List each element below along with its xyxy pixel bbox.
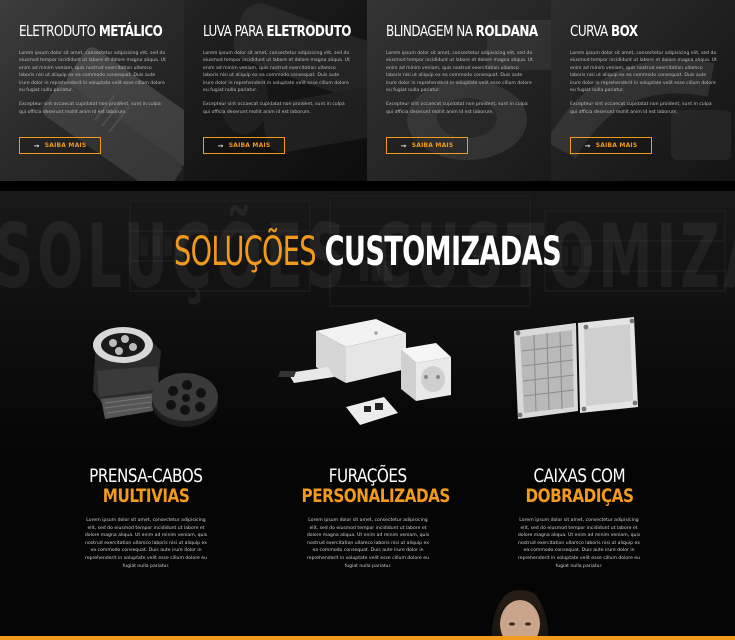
- solution-item-prensa-cabos: PRENSA-CABOS MULTIVIAS Lorem ipsum dolor…: [61, 311, 231, 570]
- solution-title-line1: FURAÇÕES: [329, 465, 407, 487]
- arrow-right-icon: ➞: [33, 141, 40, 150]
- solution-description: Lorem ipsum dolor sit amet, consectetur …: [84, 518, 208, 569]
- product-paragraph: Lorem ipsum dolor sit amet, consectetur …: [386, 51, 533, 94]
- section-title: SOLUÇÕES CUSTOMIZADAS: [174, 229, 562, 275]
- product-paragraph: Lorem ipsum dolor sit amet, consectetur …: [570, 51, 717, 94]
- solution-item-furacoes: FURAÇÕES PERSONALIZADAS Lorem ipsum dolo…: [277, 311, 453, 570]
- product-paragraph: Lorem ipsum dolor sit amet, consectetur …: [19, 51, 166, 94]
- product-description: Lorem ipsum dolor sit amet, consectetur …: [203, 50, 351, 116]
- solution-title-line1: PRENSA-CABOS: [89, 465, 203, 487]
- saiba-mais-button[interactable]: ➞ SAIBA MAIS: [19, 137, 101, 154]
- product-card-luva-para-eletroduto: LUVA PARA ELETRODUTO Lorem ipsum dolor s…: [184, 0, 367, 181]
- custom-drilling-image: [277, 311, 453, 451]
- cable-gland-image: [61, 311, 231, 451]
- product-paragraph: Excepteur sint occaecat cupidatat non pr…: [386, 102, 528, 115]
- saiba-mais-button[interactable]: ➞ SAIBA MAIS: [570, 137, 652, 154]
- solution-title-line1: CAIXAS COM: [533, 465, 625, 487]
- person-photo: [491, 590, 549, 640]
- product-card-blindagem-na-roldana: BLINDAGEM NA ROLDANA Lorem ipsum dolor s…: [367, 0, 551, 181]
- solution-title-line2: PERSONALIZADAS: [301, 485, 451, 507]
- solution-description: Lorem ipsum dolor sit amet, consectetur …: [517, 518, 641, 569]
- product-title: BLINDAGEM NA ROLDANA: [386, 22, 538, 40]
- product-paragraph: Excepteur sint occaecat cupidatat non pr…: [203, 102, 345, 115]
- product-description: Lorem ipsum dolor sit amet, consectetur …: [386, 50, 534, 116]
- product-description: Lorem ipsum dolor sit amet, consectetur …: [570, 50, 718, 116]
- solution-description: Lorem ipsum dolor sit amet, consectetur …: [306, 518, 430, 569]
- product-cards: ELETRODUTO METÁLICO Lorem ipsum dolor si…: [0, 0, 735, 181]
- product-title: CURVA BOX: [570, 22, 638, 40]
- solution-title-line2: MULTIVIAS: [102, 485, 190, 507]
- solution-title-line2: DOBRADIÇAS: [525, 485, 633, 507]
- product-paragraph: Excepteur sint occaecat cupidatat non pr…: [570, 102, 712, 115]
- custom-solutions-section: SOLUÇÕES CUSTOMIZADAS SOLUÇÕES CUSTOMIZA…: [0, 181, 735, 640]
- product-paragraph: Excepteur sint occaecat cupidatat non pr…: [19, 102, 161, 115]
- product-description: Lorem ipsum dolor sit amet, consectetur …: [19, 50, 167, 116]
- product-card-eletroduto-metalico: ELETRODUTO METÁLICO Lorem ipsum dolor si…: [0, 0, 184, 181]
- footer-accent-line: [0, 636, 735, 640]
- arrow-right-icon: ➞: [400, 141, 407, 150]
- product-paragraph: Lorem ipsum dolor sit amet, consectetur …: [203, 51, 350, 94]
- solution-item-caixas: CAIXAS COM DOBRADIÇAS Lorem ipsum dolor …: [494, 311, 664, 570]
- hinged-box-image: [494, 311, 664, 451]
- arrow-right-icon: ➞: [584, 141, 591, 150]
- arrow-right-icon: ➞: [217, 141, 224, 150]
- saiba-mais-button[interactable]: ➞ SAIBA MAIS: [386, 137, 468, 154]
- product-title: LUVA PARA ELETRODUTO: [203, 22, 351, 40]
- saiba-mais-button[interactable]: ➞ SAIBA MAIS: [203, 137, 285, 154]
- product-card-curva-box: CURVA BOX Lorem ipsum dolor sit amet, co…: [551, 0, 735, 181]
- product-title: ELETRODUTO METÁLICO: [19, 22, 163, 40]
